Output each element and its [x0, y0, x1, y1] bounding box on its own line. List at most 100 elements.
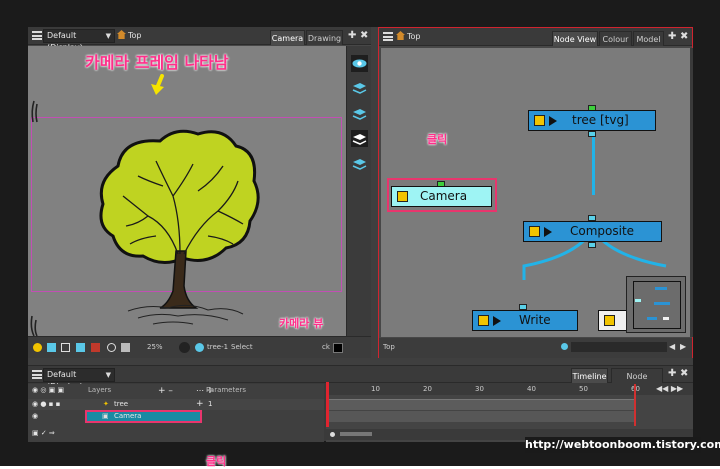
layer-row-tree[interactable]: ◉ ● ▪ ▪ ✦ tree + 1: [28, 399, 324, 410]
grid-icon[interactable]: [107, 343, 116, 352]
layer-stack-icon[interactable]: [351, 80, 368, 97]
ruler-tick: 10: [371, 385, 380, 393]
node-color-icon: [478, 315, 489, 326]
layers-header: Layers: [88, 386, 112, 394]
image-icon[interactable]: [76, 343, 85, 352]
mask-icon[interactable]: [91, 343, 100, 352]
close-icon[interactable]: ✖: [360, 30, 368, 42]
frame-row-tree[interactable]: [329, 399, 634, 410]
annotation-arrow-icon: [151, 74, 164, 95]
tab-timeline[interactable]: Timeline: [571, 368, 608, 383]
node-composite[interactable]: Composite: [523, 221, 662, 242]
close-icon[interactable]: ✖: [680, 31, 688, 43]
frame-grid[interactable]: 10 20 30 40 50 60 ◀◀ ▶▶: [326, 382, 693, 442]
home-icon[interactable]: [396, 31, 405, 40]
watermark-url: http://webtoonboom.tistory.com: [525, 437, 720, 453]
node-tree[interactable]: tree [tvg]: [528, 110, 656, 131]
annotation-click-node: 클릭: [427, 133, 448, 146]
layer-toggle-icons[interactable]: ◉: [32, 412, 38, 420]
panel-menu-icon[interactable]: [383, 32, 393, 41]
onion-icon[interactable]: [47, 343, 56, 352]
camera-icon: ▣: [102, 412, 109, 420]
zoom-icon[interactable]: [330, 432, 335, 437]
timeline-display-dropdown[interactable]: Default (Display) ▼: [43, 368, 115, 391]
close-icon[interactable]: ✖: [680, 368, 688, 380]
home-icon[interactable]: [117, 30, 126, 39]
light-icon[interactable]: [33, 343, 42, 352]
ruler-tick: 40: [527, 385, 536, 393]
node-camera[interactable]: Camera: [391, 186, 492, 207]
node-color-icon: [604, 315, 615, 326]
visibility-icons[interactable]: ◉ ◎ ▣ ▣: [32, 386, 64, 394]
navigator-node: [635, 299, 641, 302]
camera-layer-icon[interactable]: [351, 130, 368, 147]
node-write[interactable]: Write: [472, 310, 578, 331]
camera-panel: Default (Display) ▼ Top Camera Drawing ✚…: [28, 27, 371, 358]
side-stroke-drawing: [30, 100, 38, 336]
lock-icon[interactable]: [121, 343, 130, 352]
wire-tree-composite: [592, 133, 595, 195]
annotation-click-layer: 클릭: [206, 455, 227, 468]
display-dropdown[interactable]: Default (Display) ▼: [43, 29, 115, 52]
ruler-tick: 30: [475, 385, 484, 393]
layer-toggle-icons[interactable]: ◉ ● ▪ ▪: [32, 400, 60, 408]
node-graph-canvas[interactable]: tree [tvg] Camera 클릭 Composite Write: [381, 48, 690, 337]
zoom-icon[interactable]: [561, 343, 568, 350]
node-status-label: Top: [383, 343, 395, 351]
node-view-status-bar: Top ◀ ▶: [379, 338, 692, 358]
node-camera-label: Camera: [420, 189, 468, 203]
tab-node-view[interactable]: Node View: [552, 31, 598, 46]
chevron-down-icon: ▼: [105, 371, 111, 379]
navigator-node: [663, 317, 669, 320]
tab-drawing[interactable]: Drawing: [306, 30, 343, 45]
top-label: Top: [407, 32, 421, 41]
zoom-slider[interactable]: [571, 342, 667, 352]
layer-up-icon[interactable]: [351, 105, 368, 122]
ruler-tick: 20: [423, 385, 432, 393]
add-view-icon[interactable]: ✚: [668, 368, 676, 380]
zoom-slider[interactable]: [340, 432, 372, 436]
timeline-tool-icons[interactable]: ▣ ✓ ⇒: [32, 429, 55, 437]
play-icon: [493, 316, 501, 326]
panel-menu-icon[interactable]: [32, 31, 42, 40]
tab-model[interactable]: Model: [633, 31, 664, 46]
current-drawing-name: tree-1: [207, 343, 229, 351]
layer-name-camera: Camera: [114, 412, 142, 420]
playback-arrows-icon[interactable]: ◀◀ ▶▶: [656, 384, 683, 393]
annotation-camera-frame: 카메라 프레임 나타남: [85, 53, 229, 72]
scroll-left-icon[interactable]: ◀: [669, 342, 675, 351]
timeline-panel: Default (Display) ▼ Timeline Node Librar…: [28, 365, 693, 468]
composite-output-port[interactable]: [588, 242, 596, 248]
expand-icon[interactable]: +: [196, 399, 204, 409]
node-write-label: Write: [519, 313, 551, 327]
screenshot-frame: Default (Display) ▼ Top Camera Drawing ✚…: [0, 0, 720, 468]
add-layer-icon[interactable]: + –: [158, 386, 173, 396]
frame-row-camera[interactable]: [329, 411, 634, 422]
top-label: Top: [128, 31, 142, 40]
node-panel-toolbar: Top Node View Colour Model ✚ ✖: [379, 28, 692, 46]
frame-icon[interactable]: [61, 343, 70, 352]
play-icon: [549, 116, 557, 126]
panel-menu-icon[interactable]: [32, 370, 42, 379]
add-view-icon[interactable]: ✚: [668, 31, 676, 43]
tab-node-library[interactable]: Node Library: [611, 368, 663, 396]
color-swatch[interactable]: [333, 343, 343, 353]
tree-output-port[interactable]: [588, 131, 596, 137]
tab-camera[interactable]: Camera: [270, 30, 305, 45]
add-view-icon[interactable]: ✚: [348, 30, 356, 42]
scroll-right-icon[interactable]: ▶: [680, 342, 686, 351]
eye-icon[interactable]: [351, 55, 368, 72]
zoom-level[interactable]: 25%: [147, 343, 163, 351]
node-navigator[interactable]: [626, 276, 686, 333]
navigator-node: [647, 317, 657, 320]
sun-icon[interactable]: [179, 342, 190, 353]
camera-view-toolbar: [346, 46, 371, 336]
layer-peg-icon[interactable]: [351, 155, 368, 172]
node-view-scrollbar[interactable]: [690, 48, 693, 337]
layer-param-tree: 1: [208, 400, 213, 408]
camera-viewport[interactable]: 카메라 프레임 나타남 카메라 뷰: [28, 46, 346, 336]
camera-panel-toolbar: Default (Display) ▼ Top Camera Drawing ✚…: [28, 27, 371, 52]
layer-row-camera[interactable]: ◉ ▣ Camera: [28, 410, 324, 423]
end-marker[interactable]: [634, 384, 636, 426]
tab-colour[interactable]: Colour: [599, 31, 632, 46]
